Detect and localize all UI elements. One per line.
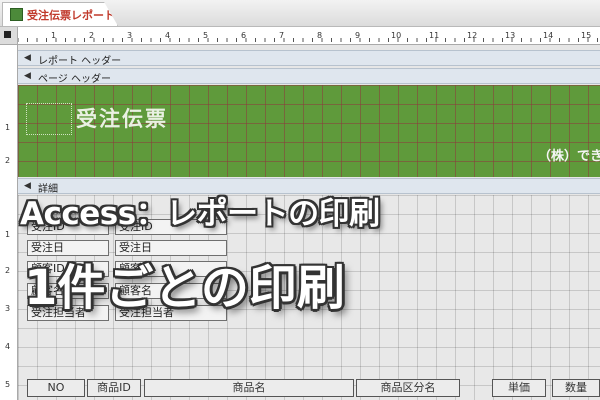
band-collapse-icon: ◀ (24, 71, 31, 81)
hruler-num-2: 2 (89, 31, 95, 40)
hruler-num-4: 4 (165, 31, 171, 40)
overlay-title: Access：レポートの印刷 (20, 196, 380, 232)
hruler-num-9: 9 (355, 31, 361, 40)
vruler-num-5: 5 (5, 380, 11, 389)
hruler-num-13: 13 (505, 31, 516, 40)
column-header[interactable]: 商品名 (144, 379, 354, 397)
hruler-num-3: 3 (127, 31, 133, 40)
ruler-corner-selector[interactable] (0, 27, 18, 45)
hruler-num-15: 15 (581, 31, 592, 40)
vertical-ruler[interactable]: 1 2 1 2 3 4 5 (0, 45, 18, 400)
vruler-num-2a: 2 (5, 156, 11, 165)
vruler-num-2b: 2 (5, 266, 11, 275)
column-header[interactable]: NO (27, 379, 85, 397)
column-header[interactable]: 商品区分名 (356, 379, 460, 397)
hruler-num-8: 8 (317, 31, 323, 40)
overlay-subtitle: 1件ごとの印刷 (24, 260, 345, 316)
hruler-num-10: 10 (391, 31, 402, 40)
hruler-num-14: 14 (543, 31, 554, 40)
hruler-num-6: 6 (241, 31, 247, 40)
hruler-num-5: 5 (203, 31, 209, 40)
select-all-icon (4, 31, 11, 38)
tab-label: 受注伝票レポート (27, 9, 115, 22)
hruler-num-11: 11 (429, 31, 440, 40)
band-report-header-label: レポート ヘッダー (38, 56, 122, 67)
page-header-section: 受注伝票 （株）でき (18, 85, 600, 177)
report-title-label[interactable]: 受注伝票 (76, 103, 168, 133)
column-header[interactable]: 数量 (552, 379, 600, 397)
band-collapse-icon: ◀ (24, 53, 31, 63)
report-icon (10, 8, 23, 21)
vruler-num-4: 4 (5, 342, 11, 351)
vruler-num-3: 3 (5, 304, 11, 313)
column-header[interactable]: 商品ID (87, 379, 141, 397)
document-tab-bar: 受注伝票レポート (0, 0, 600, 27)
column-header[interactable]: 単価 (492, 379, 546, 397)
hruler-num-12: 12 (467, 31, 478, 40)
band-report-header[interactable]: ◀ レポート ヘッダー (18, 50, 600, 67)
placeholder-control[interactable] (26, 103, 72, 135)
hruler-num-7: 7 (279, 31, 285, 40)
tab-report[interactable]: 受注伝票レポート (2, 2, 118, 26)
vruler-num-1b: 1 (5, 230, 11, 239)
horizontal-ruler[interactable]: 1 2 3 4 5 6 7 8 9 10 11 12 13 14 15 (18, 27, 600, 45)
hruler-num-1: 1 (51, 31, 57, 40)
vruler-num-1a: 1 (5, 123, 11, 132)
band-page-header-label: ページ ヘッダー (38, 74, 111, 85)
band-page-header[interactable]: ◀ ページ ヘッダー (18, 68, 600, 85)
company-name-label[interactable]: （株）でき (538, 145, 600, 164)
